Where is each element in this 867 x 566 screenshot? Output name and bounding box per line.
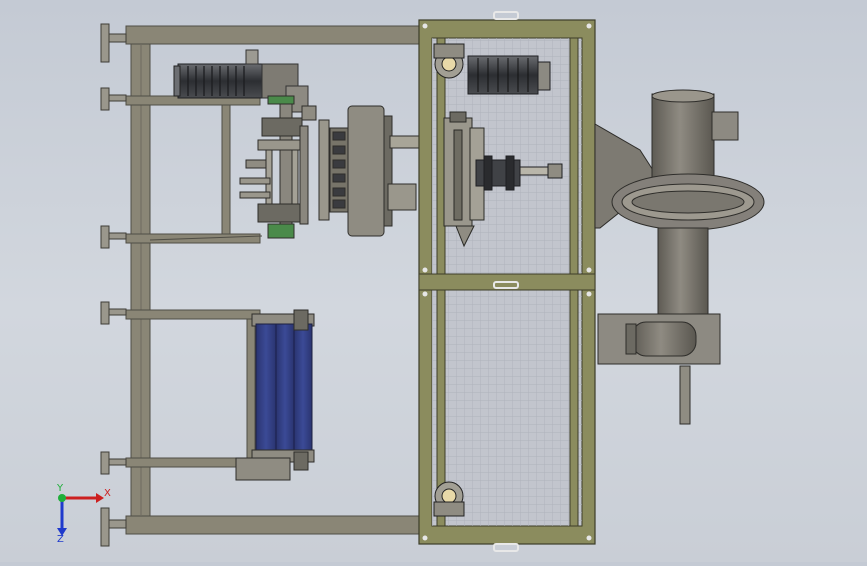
foot-1	[100, 23, 127, 63]
foot-3	[100, 225, 127, 249]
triad-z-label: Z	[57, 534, 64, 545]
foot-5	[100, 451, 127, 475]
disk-housing	[347, 105, 425, 237]
dust-duct	[594, 89, 765, 425]
foot-4	[100, 301, 127, 325]
triad-y-label: Y	[56, 483, 64, 494]
pulley-bottom	[433, 481, 465, 517]
foot-6	[100, 507, 127, 547]
upper-motor	[467, 55, 551, 95]
machine-drawing: X Y Z	[56, 11, 765, 552]
shaft-assembly	[239, 95, 317, 239]
index-plate	[318, 119, 349, 221]
foot-2	[100, 87, 127, 111]
pulley-top	[433, 43, 465, 79]
guard-handle-top[interactable]	[493, 11, 519, 20]
bottom-beam	[125, 515, 423, 535]
triad-x-label: X	[104, 488, 111, 499]
cad-viewport[interactable]: X Y Z	[0, 0, 867, 562]
cross-member-3	[125, 309, 261, 320]
leveling-feet	[100, 23, 127, 547]
top-beam	[125, 25, 423, 45]
guard-handle-bottom[interactable]	[493, 543, 519, 552]
